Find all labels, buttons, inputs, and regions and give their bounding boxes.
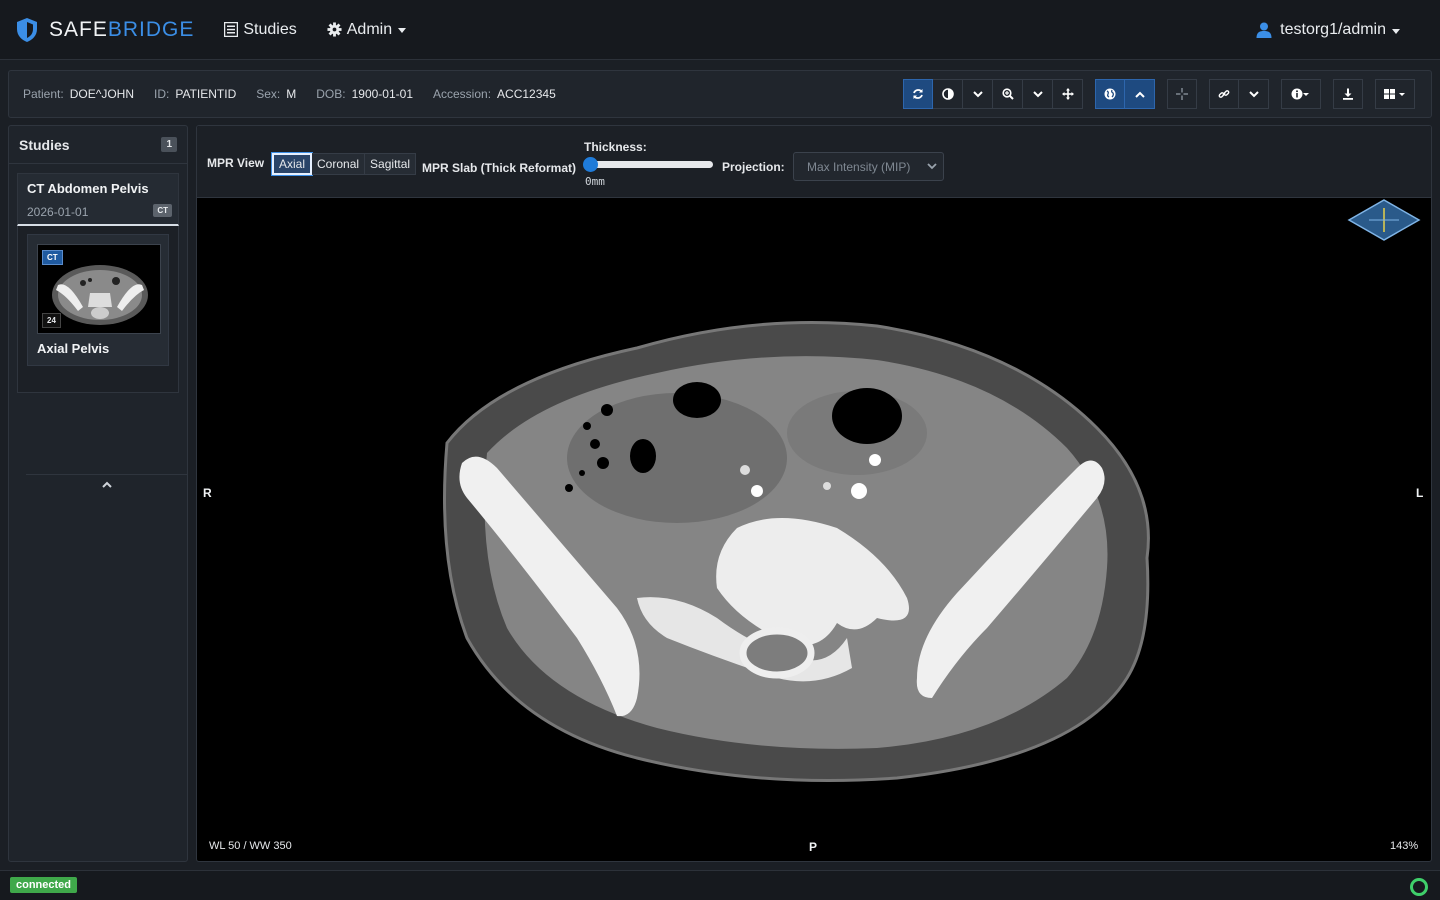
slider-thumb[interactable] xyxy=(583,157,598,172)
ct-axial-image xyxy=(443,321,1150,782)
layout-grid-icon xyxy=(1384,89,1405,99)
sidebar-header: Studies 1 xyxy=(9,126,187,164)
zoom-dropdown-button[interactable] xyxy=(1023,79,1053,109)
nav-studies-label: Studies xyxy=(243,20,297,38)
mpr-controls: MPR View Axial Coronal Sagittal MPR Slab… xyxy=(197,126,1431,198)
study-card[interactable]: CT Abdomen Pelvis 2026-01-01 CT xyxy=(17,173,179,226)
projection-label: Projection: xyxy=(722,160,785,174)
series-image-count: 24 xyxy=(42,313,61,328)
window-level-readout: WL 50 / WW 350 xyxy=(209,840,292,852)
viewer-toolbar xyxy=(903,79,1415,109)
patient-name-field: Patient: DOE^JOHN xyxy=(23,87,135,101)
chevron-up-icon xyxy=(102,481,112,488)
patient-sex-field: Sex: M xyxy=(256,87,297,101)
collapse-series-button[interactable] xyxy=(26,474,188,493)
thickness-label: Thickness: xyxy=(584,140,647,154)
nav-admin-label: Admin xyxy=(346,20,393,38)
chevron-down-icon xyxy=(1032,90,1043,97)
status-indicator-icon xyxy=(1410,878,1428,896)
contrast-icon xyxy=(941,88,954,100)
chevron-down-icon xyxy=(972,90,983,97)
nav-admin[interactable]: Admin xyxy=(327,20,407,39)
link-icon xyxy=(1218,90,1230,98)
view-axial-button[interactable]: Axial xyxy=(270,152,314,176)
zoom-readout: 143% xyxy=(1390,840,1419,852)
series-card[interactable]: CT 24 Axial Pelvis xyxy=(27,234,169,366)
series-thumbnail: CT 24 xyxy=(37,244,161,334)
view-sagittal-button[interactable]: Sagittal xyxy=(365,153,417,175)
mpr-slab-label: MPR Slab (Thick Reformat) xyxy=(422,161,577,175)
reset-button[interactable] xyxy=(903,79,933,109)
orientation-right-label: L xyxy=(1416,486,1424,500)
series-modality-badge: CT xyxy=(42,250,63,265)
status-bar: connected xyxy=(0,870,1440,900)
mpr-collapse-button[interactable] xyxy=(1125,79,1155,109)
connection-status-badge: connected xyxy=(10,877,78,893)
studies-sidebar: Studies 1 CT Abdomen Pelvis 2026-01-01 C… xyxy=(8,125,188,862)
patient-id-field: ID: PATIENTID xyxy=(154,87,237,101)
crosshair-button[interactable] xyxy=(1167,79,1197,109)
orientation-left-label: R xyxy=(203,486,212,500)
projection-selected-value: Max Intensity (MIP) xyxy=(807,159,911,174)
study-date: 2026-01-01 xyxy=(27,205,89,219)
gear-icon xyxy=(327,22,342,37)
view-coronal-button[interactable]: Coronal xyxy=(312,153,366,175)
series-list: CT 24 Axial Pelvis xyxy=(17,226,188,488)
download-icon xyxy=(1343,88,1353,100)
shield-icon xyxy=(17,17,37,42)
chevron-down-icon xyxy=(1248,90,1259,97)
zoom-icon xyxy=(1001,88,1014,100)
accession-field: Accession: ACC12345 xyxy=(433,87,556,101)
patient-info-bar: Patient: DOE^JOHN ID: PATIENTID Sex: M DOB:… xyxy=(8,70,1432,118)
info-dropdown-button[interactable] xyxy=(1281,79,1321,109)
mpr-view-label: MPR View xyxy=(207,156,265,170)
modality-badge: CT xyxy=(153,204,172,217)
pan-icon xyxy=(1061,88,1074,100)
sidebar-title: Studies xyxy=(19,136,70,153)
brand-name: SAFEBRIDGE xyxy=(49,17,195,41)
list-icon xyxy=(224,22,239,37)
caret-down-icon xyxy=(1392,28,1400,34)
pan-tool-button[interactable] xyxy=(1053,79,1083,109)
nav-studies[interactable]: Studies xyxy=(224,20,297,39)
image-viewer: MPR View Axial Coronal Sagittal MPR Slab… xyxy=(196,125,1432,862)
globe-icon xyxy=(1104,88,1116,100)
crosshair-icon xyxy=(1176,88,1188,100)
orientation-cube-icon xyxy=(1347,199,1421,241)
link-dropdown-button[interactable] xyxy=(1239,79,1269,109)
mpr-view-toggle: Axial Coronal Sagittal xyxy=(270,152,417,176)
brand-logo[interactable]: SAFEBRIDGE xyxy=(15,0,194,60)
thickness-slider[interactable] xyxy=(583,157,713,172)
study-name: CT Abdomen Pelvis xyxy=(27,181,149,196)
series-name: Axial Pelvis xyxy=(37,341,110,356)
top-navbar: SAFEBRIDGE Studies Admin testorg1/admin xyxy=(0,0,1440,60)
ct-viewport[interactable]: R L P WL 50 / WW 350 143% xyxy=(197,198,1431,861)
chevron-down-icon xyxy=(927,163,937,170)
user-label: testorg1/admin xyxy=(1280,21,1386,38)
orientation-bottom-label: P xyxy=(809,840,818,854)
projection-select[interactable]: Max Intensity (MIP) xyxy=(793,152,944,181)
user-icon xyxy=(1256,22,1272,38)
chevron-up-icon xyxy=(1134,91,1145,98)
user-menu[interactable]: testorg1/admin xyxy=(1256,0,1400,60)
3d-mpr-button[interactable] xyxy=(1095,79,1125,109)
zoom-tool-button[interactable] xyxy=(993,79,1023,109)
layout-dropdown-button[interactable] xyxy=(1375,79,1415,109)
patient-dob-field: DOB: 1900-01-01 xyxy=(316,87,413,101)
info-icon xyxy=(1291,88,1309,100)
thickness-value: 0mm xyxy=(585,175,605,188)
caret-down-icon xyxy=(398,28,407,33)
download-button[interactable] xyxy=(1333,79,1363,109)
contrast-tool-button[interactable] xyxy=(933,79,963,109)
reset-icon xyxy=(913,89,923,99)
link-button[interactable] xyxy=(1209,79,1239,109)
study-count-badge: 1 xyxy=(161,137,177,152)
contrast-dropdown-button[interactable] xyxy=(963,79,993,109)
